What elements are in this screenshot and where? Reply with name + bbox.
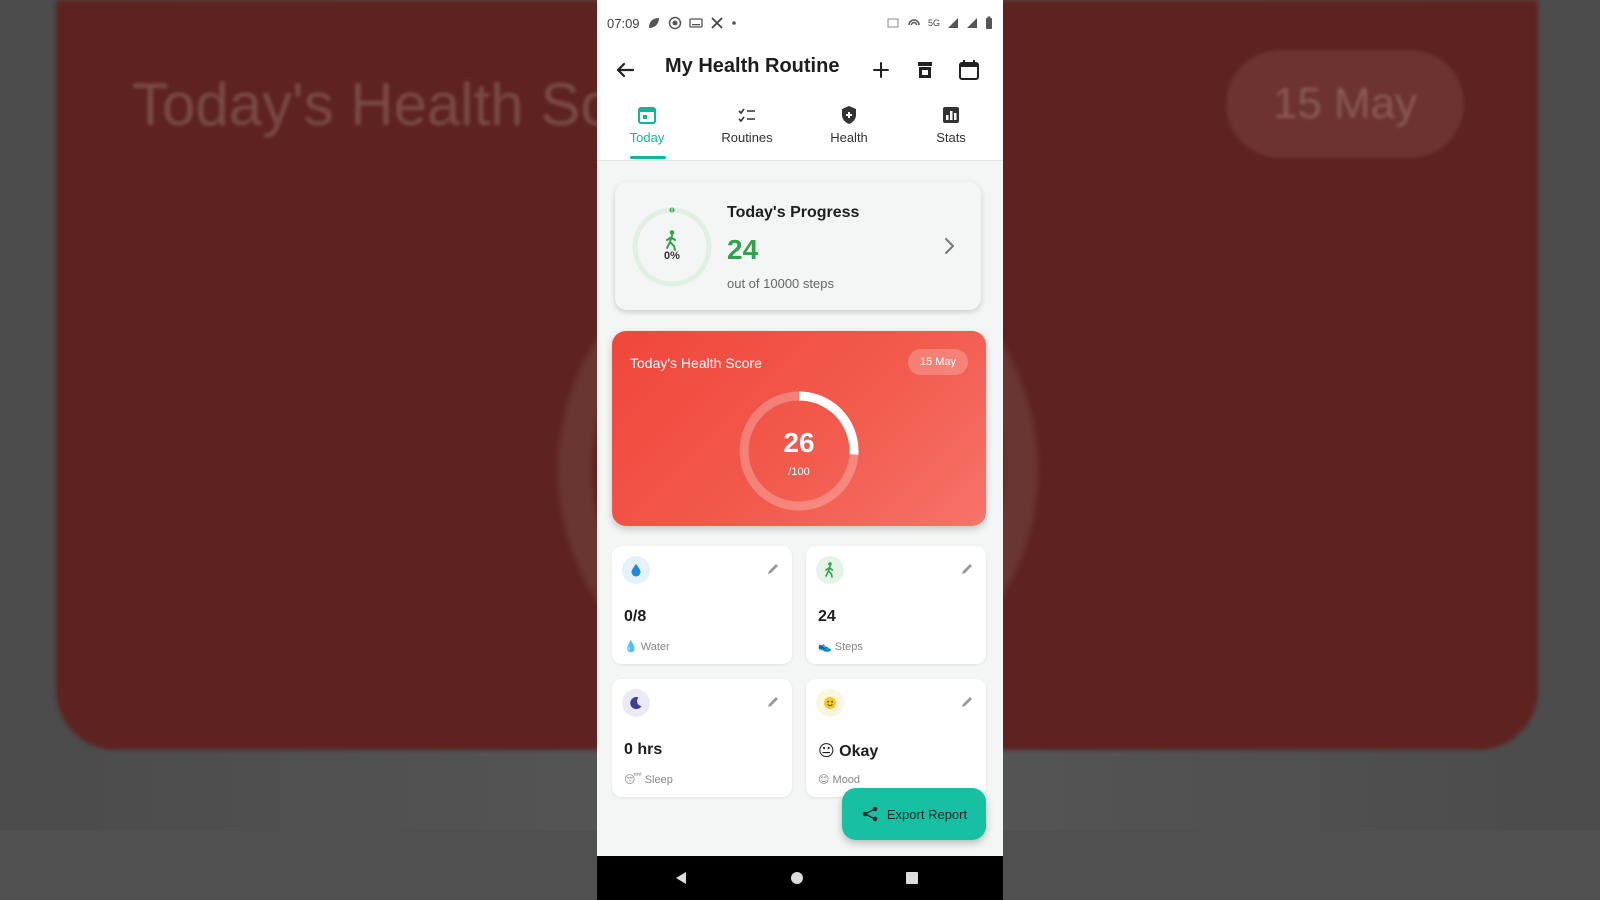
health-score-value: 26 [783, 427, 815, 458]
water-tile[interactable]: 0/8 💧 Water [612, 546, 792, 664]
water-value: 0/8 [624, 608, 647, 625]
tab-label: Routines [721, 130, 773, 145]
health-score-max: /100 [788, 466, 810, 478]
sleep-value: 0 hrs [624, 741, 663, 758]
keyboard-icon [688, 18, 703, 28]
date-badge: 15 May [908, 349, 968, 375]
progress-percent: 0% [664, 250, 680, 262]
edit-icon[interactable] [766, 562, 780, 576]
sleep-label: 😴 Sleep [624, 774, 673, 786]
system-nav-bar [597, 856, 1003, 900]
mood-tile[interactable]: 😐 Okay 😊 Mood [806, 679, 986, 797]
mood-value: 😐 Okay [818, 743, 879, 760]
status-bar: 07:09 5G [597, 0, 1003, 46]
tab-stats[interactable]: Stats [903, 104, 999, 158]
edit-icon[interactable] [766, 695, 780, 709]
tab-health[interactable]: Health [801, 104, 897, 158]
add-icon[interactable] [867, 56, 895, 84]
steps-emoji: 👟 [818, 641, 832, 653]
progress-subtitle: out of 10000 steps [727, 276, 834, 291]
tab-routines[interactable]: Routines [699, 104, 795, 158]
signal-icon [948, 18, 958, 28]
dot-icon [731, 21, 736, 25]
nav-back-icon[interactable] [673, 870, 689, 886]
phone-screen: 07:09 5G My Health Routine Today Routine… [597, 0, 1003, 900]
edit-icon[interactable] [960, 562, 974, 576]
bar-chart-icon [943, 107, 959, 123]
tab-label: Today [629, 130, 665, 145]
tab-label: Health [830, 130, 868, 145]
status-time: 07:09 [607, 15, 640, 31]
walking-icon [816, 556, 844, 584]
share-icon [862, 806, 878, 822]
app-bar: My Health Routine [597, 46, 1003, 94]
nav-recents-icon[interactable] [905, 871, 919, 885]
progress-steps-value: 24 [727, 234, 759, 265]
mood-label: 😊 Mood [818, 774, 861, 786]
tab-bar: Today Routines Health Stats [597, 94, 1003, 161]
back-arrow-icon[interactable] [611, 56, 639, 84]
edit-icon[interactable] [960, 695, 974, 709]
shield-icon [842, 106, 856, 124]
tab-today[interactable]: Today [599, 104, 695, 158]
volte-icon [887, 18, 899, 28]
network-type: 5G [927, 18, 940, 28]
x-logo-icon [710, 17, 723, 29]
smiley-icon [816, 689, 844, 717]
archive-icon[interactable] [911, 56, 939, 84]
record-icon [668, 16, 681, 30]
sleep-emoji: 😴 [624, 774, 642, 786]
calendar-icon [638, 107, 656, 124]
background-title: Today's Health Sc [132, 71, 611, 138]
moon-icon [622, 689, 650, 717]
signal-icon-2 [967, 18, 977, 28]
health-score-card[interactable]: Today's Health Score 15 May 26 /100 [612, 331, 986, 526]
leaf-icon [648, 18, 659, 28]
mood-emoji: 😊 [818, 774, 830, 786]
battery-icon [986, 16, 992, 29]
steps-value: 24 [818, 608, 836, 625]
export-report-button[interactable]: Export Report [842, 788, 986, 840]
steps-label: 👟 Steps [818, 641, 863, 653]
chevron-right-icon[interactable] [937, 234, 961, 258]
tab-label: Stats [936, 130, 966, 145]
hotspot-icon [908, 19, 920, 26]
water-drop-icon [622, 556, 650, 584]
water-label: 💧 Water [624, 641, 670, 653]
page-title: My Health Routine [665, 55, 840, 77]
active-tab-indicator [630, 156, 666, 159]
calendar-icon[interactable] [955, 56, 983, 84]
progress-ring [632, 207, 712, 287]
progress-title: Today's Progress [727, 204, 860, 221]
walking-icon [666, 230, 676, 251]
progress-card[interactable]: 0% Today's Progress 24 out of 10000 step… [615, 182, 981, 310]
nav-home-icon[interactable] [790, 871, 804, 885]
checklist-icon [738, 108, 755, 123]
water-emoji: 💧 [624, 641, 638, 653]
sleep-tile[interactable]: 0 hrs 😴 Sleep [612, 679, 792, 797]
health-score-title: Today's Health Score [630, 355, 762, 371]
background-date-pill: 15 May [1226, 50, 1464, 158]
steps-tile[interactable]: 24 👟 Steps [806, 546, 986, 664]
export-report-label: Export Report [886, 806, 968, 822]
